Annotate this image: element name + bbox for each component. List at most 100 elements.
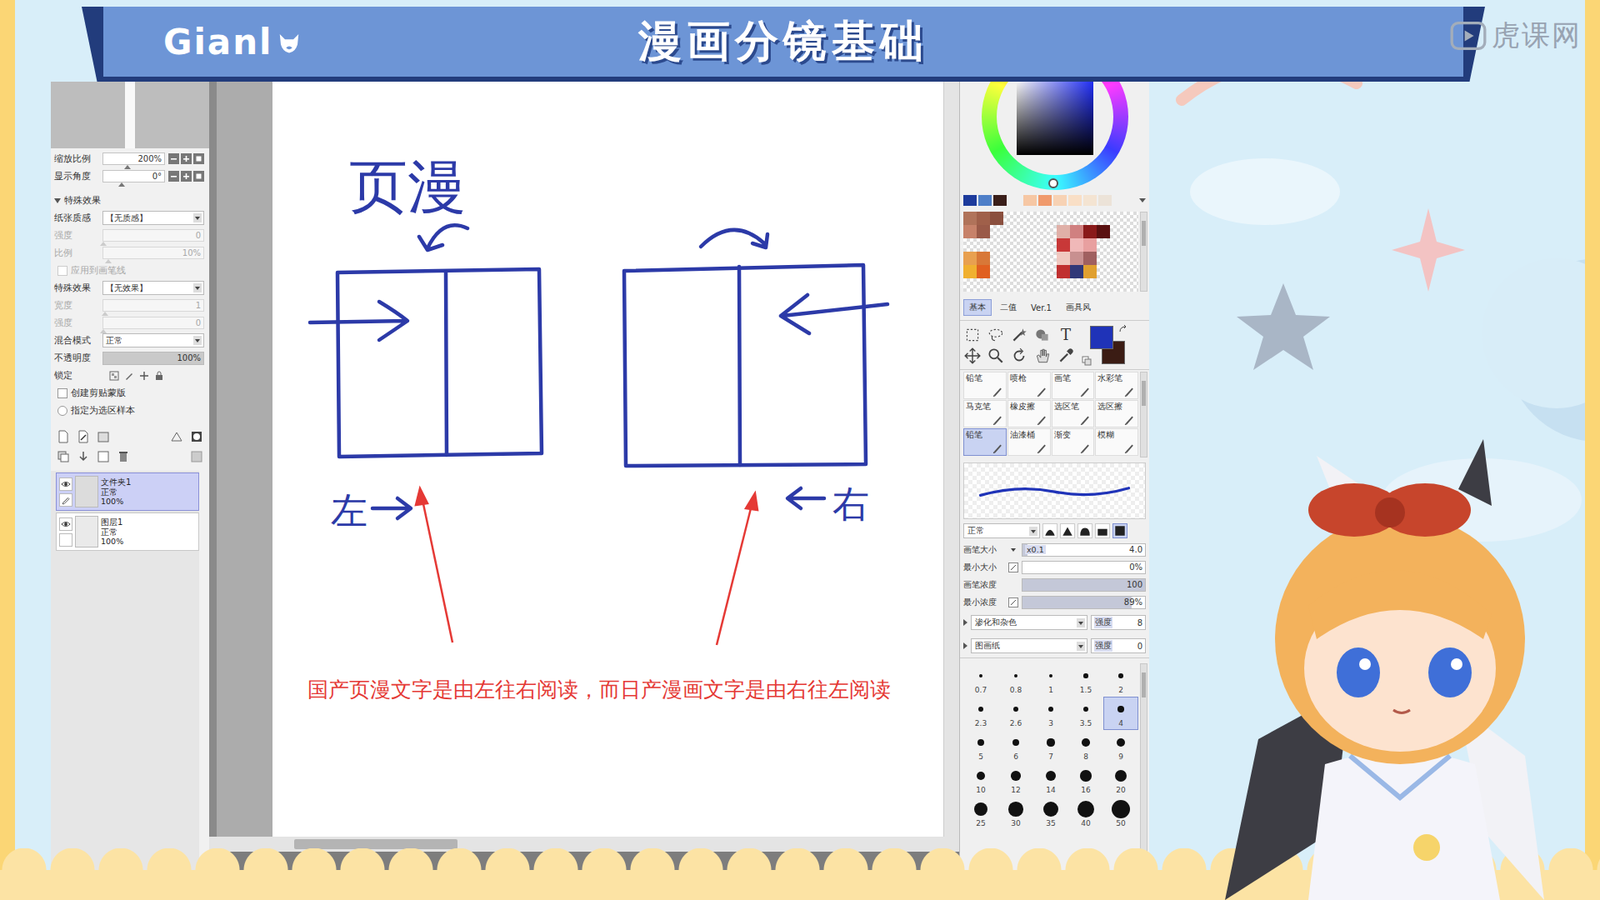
- swatch[interactable]: [1083, 225, 1097, 239]
- brush-slot[interactable]: 铅笔: [963, 428, 1007, 456]
- lock-paint-icon[interactable]: [124, 370, 135, 381]
- swatch[interactable]: [990, 211, 1004, 225]
- tab[interactable]: Ver.1: [1025, 300, 1058, 315]
- size-preset[interactable]: 0.8: [998, 663, 1034, 697]
- swatch[interactable]: [1096, 238, 1110, 252]
- slider-handle[interactable]: [118, 182, 125, 187]
- brush-slot[interactable]: 选区笔: [1051, 400, 1095, 428]
- size-preset[interactable]: 14: [1033, 763, 1069, 797]
- effects-icon[interactable]: [169, 429, 185, 445]
- rotate-icon[interactable]: [1010, 346, 1029, 365]
- size-preset[interactable]: 50: [1103, 796, 1139, 830]
- radio[interactable]: [57, 405, 68, 416]
- swatch[interactable]: [1083, 251, 1097, 265]
- slider[interactable]: 200%: [102, 152, 165, 165]
- dropdown[interactable]: 【无质感】: [102, 210, 205, 225]
- size-preset[interactable]: 2.6: [998, 696, 1034, 730]
- size-preset[interactable]: 5: [963, 730, 999, 764]
- magic-wand-icon[interactable]: [1010, 325, 1029, 345]
- swatch[interactable]: [1016, 238, 1030, 252]
- slider-handle[interactable]: [100, 329, 107, 334]
- texture-dropdown[interactable]: 图画纸: [970, 638, 1088, 654]
- reset-icon[interactable]: [193, 153, 205, 165]
- size-preset[interactable]: 3.5: [1068, 696, 1104, 730]
- swatch-scrollbar[interactable]: [1140, 211, 1148, 292]
- swatch[interactable]: [1070, 251, 1084, 265]
- swatch[interactable]: [1070, 211, 1084, 225]
- mask-icon[interactable]: [189, 429, 205, 445]
- visibility-toggle[interactable]: [59, 477, 73, 491]
- parameter-slider[interactable]: 0%: [1021, 560, 1146, 575]
- swatch[interactable]: [1110, 265, 1124, 279]
- dropdown-arrow-icon[interactable]: [1139, 198, 1146, 203]
- swatch[interactable]: [963, 211, 977, 225]
- rect-select-icon[interactable]: [963, 325, 982, 345]
- vertical-scrollbar[interactable]: [943, 81, 960, 837]
- plus-icon[interactable]: [180, 153, 192, 165]
- brush-slot[interactable]: 水彩笔: [1095, 371, 1139, 400]
- palette-color[interactable]: [1098, 195, 1112, 206]
- new-linework-icon[interactable]: [75, 429, 91, 445]
- minus-icon[interactable]: [168, 153, 180, 165]
- size-preset[interactable]: 10: [963, 763, 999, 797]
- swatch[interactable]: [990, 225, 1004, 239]
- swatch[interactable]: [1110, 251, 1124, 265]
- size-preset[interactable]: 25: [963, 796, 999, 830]
- texture-dropdown[interactable]: 渗化和杂色: [970, 615, 1088, 630]
- tab[interactable]: 二值: [994, 299, 1023, 316]
- slider-handle[interactable]: [124, 165, 131, 170]
- size-preset[interactable]: 7: [1033, 730, 1069, 764]
- swatch[interactable]: [1003, 238, 1017, 252]
- swatch[interactable]: [976, 251, 990, 265]
- slider-handle[interactable]: [105, 259, 112, 264]
- swatch[interactable]: [976, 225, 990, 239]
- swatch[interactable]: [1030, 265, 1044, 279]
- dropdown-arrow-icon[interactable]: [1009, 545, 1018, 555]
- palette-color[interactable]: [1023, 195, 1037, 206]
- swatch[interactable]: [1096, 251, 1110, 265]
- swatch[interactable]: [963, 265, 977, 279]
- size-preset[interactable]: 1.5: [1068, 663, 1104, 697]
- brush-slot[interactable]: 马克笔: [963, 400, 1007, 428]
- pressure-icon[interactable]: [1008, 597, 1019, 608]
- size-scrollbar[interactable]: [1140, 663, 1148, 878]
- swatch[interactable]: [1070, 238, 1084, 252]
- palette-color[interactable]: [978, 195, 992, 206]
- swatch[interactable]: [1056, 238, 1070, 252]
- swatch[interactable]: [1016, 211, 1030, 225]
- brush-slot[interactable]: 喷枪: [1007, 371, 1051, 400]
- size-preset[interactable]: 12: [998, 763, 1034, 797]
- brush-slot[interactable]: 油漆桶: [1007, 428, 1051, 456]
- option-label[interactable]: 创建剪贴蒙版: [70, 386, 126, 400]
- lock-all-icon[interactable]: [154, 370, 165, 381]
- new-folder-icon[interactable]: [95, 429, 111, 445]
- zoom-icon[interactable]: [986, 346, 1005, 365]
- eyedropper-icon[interactable]: [1056, 346, 1075, 365]
- palette-color[interactable]: [1038, 195, 1052, 206]
- color-wheel[interactable]: [981, 81, 1129, 190]
- option-label[interactable]: 应用到画笔线: [70, 264, 126, 277]
- hue-handle[interactable]: [1048, 178, 1059, 189]
- tip-round-icon[interactable]: [1042, 523, 1058, 539]
- checkbox[interactable]: [57, 265, 68, 276]
- swatch[interactable]: [1043, 251, 1057, 265]
- size-preset[interactable]: 2: [1103, 663, 1139, 697]
- size-preset[interactable]: 35: [1033, 796, 1069, 830]
- brush-slot[interactable]: 画笔: [1051, 371, 1095, 400]
- swatch[interactable]: [1016, 251, 1030, 265]
- swatch[interactable]: [1043, 225, 1057, 239]
- swatch[interactable]: [1003, 265, 1017, 279]
- swatch[interactable]: [990, 265, 1004, 279]
- palette-color[interactable]: [963, 195, 977, 206]
- swatch[interactable]: [1043, 265, 1057, 279]
- swatch[interactable]: [1083, 211, 1097, 225]
- swatch[interactable]: [976, 265, 990, 279]
- palette-color[interactable]: [1053, 195, 1067, 206]
- trash-icon[interactable]: [115, 449, 131, 465]
- slider-handle[interactable]: [101, 311, 109, 316]
- size-preset[interactable]: 16: [1068, 763, 1104, 797]
- swatch[interactable]: [1110, 238, 1124, 252]
- texture-strength[interactable]: 强度0: [1090, 638, 1146, 654]
- clear-layer-icon[interactable]: [95, 449, 111, 465]
- swatch[interactable]: [1083, 238, 1097, 252]
